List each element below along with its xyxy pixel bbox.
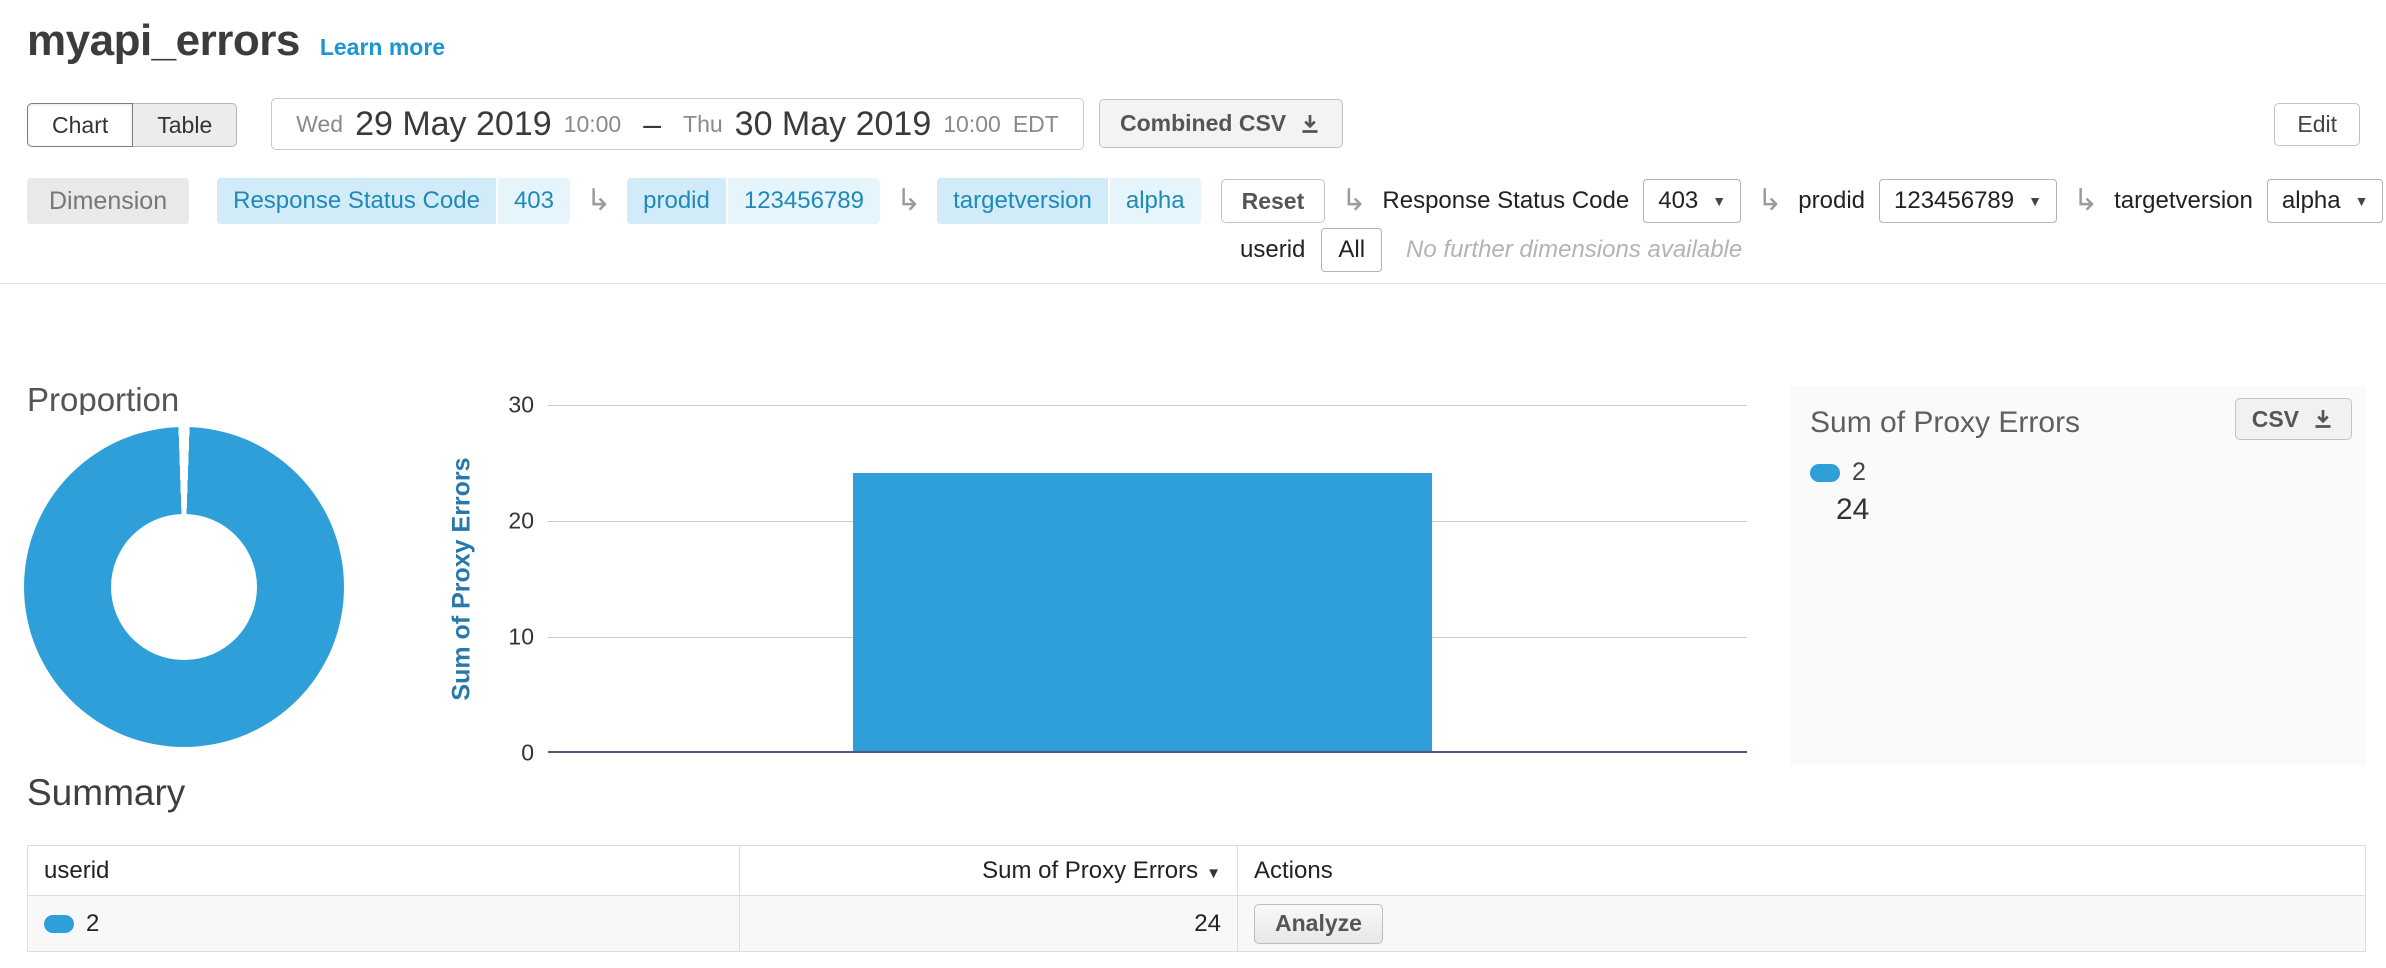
table-view-button[interactable]: Table — [132, 103, 237, 147]
start-date: 29 May 2019 — [355, 105, 552, 144]
breadcrumb-chip-response-status-code[interactable]: Response Status Code 403 — [217, 178, 570, 224]
end-date: 30 May 2019 — [735, 105, 932, 144]
userid-value: 2 — [86, 910, 99, 938]
drill-arrow-icon: ↳ — [1341, 186, 1366, 216]
chip-value: alpha — [1110, 178, 1201, 224]
drilldown-select-targetversion[interactable]: alpha ▼ — [2267, 179, 2384, 223]
x-axis-line — [548, 751, 1747, 753]
combined-csv-button[interactable]: Combined CSV — [1099, 99, 1343, 148]
bar-chart-plot: 30 20 10 0 — [548, 405, 1747, 753]
analytics-report-page: myapi_errors Learn more Chart Table Wed … — [0, 0, 2386, 968]
chevron-down-icon: ▼ — [2355, 193, 2369, 209]
series-color-swatch — [44, 915, 74, 933]
legend-panel: Sum of Proxy Errors CSV 2 24 — [1790, 386, 2366, 764]
gridline — [548, 405, 1747, 406]
column-header-actions: Actions — [1238, 846, 2366, 896]
end-day: Thu — [683, 111, 723, 138]
csv-button[interactable]: CSV — [2235, 398, 2352, 440]
edit-button[interactable]: Edit — [2274, 103, 2360, 146]
date-range-separator: – — [643, 106, 661, 143]
table-header-row: userid Sum of Proxy Errors▼ Actions — [28, 846, 2366, 896]
chip-name: prodid — [627, 178, 726, 224]
chart-view-button[interactable]: Chart — [27, 103, 133, 147]
legend-header: Sum of Proxy Errors CSV — [1810, 398, 2352, 440]
drill-arrow-icon: ↳ — [896, 186, 921, 216]
select-value: alpha — [2282, 187, 2341, 215]
y-tick-label: 30 — [508, 392, 534, 419]
column-header-userid: userid — [28, 846, 740, 896]
next-dimension-name: userid — [1240, 236, 1305, 264]
select-value: 123456789 — [1894, 187, 2014, 215]
start-time: 10:00 — [564, 111, 622, 138]
sum-cell: 24 — [740, 896, 1238, 952]
next-dimension-value-select[interactable]: All — [1321, 228, 1382, 272]
view-toggle: Chart Table — [27, 103, 237, 147]
timezone-label: EDT — [1013, 111, 1059, 138]
select-value: 403 — [1658, 187, 1698, 215]
chip-value: 123456789 — [728, 178, 880, 224]
table-row: 2 24 Analyze — [28, 896, 2366, 952]
combined-csv-label: Combined CSV — [1120, 110, 1286, 137]
download-icon — [2311, 407, 2335, 431]
drilldown-name: prodid — [1798, 187, 1865, 215]
no-more-dimensions-text: No further dimensions available — [1406, 236, 1742, 264]
learn-more-link[interactable]: Learn more — [320, 34, 445, 61]
drilldown-select-prodid[interactable]: 123456789 ▼ — [1879, 179, 2057, 223]
drilldown-name: Response Status Code — [1382, 187, 1629, 215]
breadcrumb-chip-targetversion[interactable]: targetversion alpha — [937, 178, 1200, 224]
chevron-down-icon: ▼ — [1712, 193, 1726, 209]
download-icon — [1298, 112, 1322, 136]
start-day: Wed — [296, 111, 343, 138]
legend-item-value: 24 — [1836, 493, 2352, 527]
drill-arrow-icon: ↳ — [586, 186, 611, 216]
column-header-sum-of-proxy-errors[interactable]: Sum of Proxy Errors▼ — [740, 846, 1238, 896]
summary-table: userid Sum of Proxy Errors▼ Actions 2 24… — [27, 845, 2366, 952]
next-dimension-row: userid All No further dimensions availab… — [1240, 228, 1742, 272]
chevron-down-icon: ▼ — [2028, 193, 2042, 209]
bar — [853, 473, 1432, 751]
y-tick-label: 0 — [521, 740, 534, 767]
date-range-picker[interactable]: Wed 29 May 2019 10:00 – Thu 30 May 2019 … — [271, 98, 1084, 150]
userid-cell: 2 — [28, 896, 740, 952]
y-tick-label: 10 — [508, 623, 534, 650]
sort-desc-icon: ▼ — [1206, 865, 1221, 882]
proportion-chart-title: Proportion — [27, 381, 179, 419]
dimension-label: Dimension — [27, 178, 189, 224]
analyze-button[interactable]: Analyze — [1254, 904, 1383, 944]
summary-section-title: Summary — [27, 772, 185, 814]
proportion-donut-chart — [24, 415, 426, 758]
dimension-row: Dimension Response Status Code 403 ↳ pro… — [27, 178, 2386, 224]
donut-slice — [24, 427, 344, 747]
actions-cell: Analyze — [1238, 896, 2366, 952]
y-axis-title: Sum of Proxy Errors — [448, 457, 477, 700]
drilldown-select-response-status-code[interactable]: 403 ▼ — [1643, 179, 1741, 223]
drilldown-name: targetversion — [2114, 187, 2253, 215]
legend-item[interactable]: 2 — [1810, 458, 2352, 487]
csv-label: CSV — [2252, 406, 2299, 433]
legend-title: Sum of Proxy Errors — [1810, 406, 2080, 440]
legend-item-label: 2 — [1852, 458, 1866, 487]
chip-value: 403 — [498, 178, 570, 224]
chip-name: Response Status Code — [217, 178, 496, 224]
breadcrumb-chip-prodid[interactable]: prodid 123456789 — [627, 178, 880, 224]
reset-button[interactable]: Reset — [1221, 179, 1326, 223]
page-title: myapi_errors — [27, 16, 300, 66]
end-time: 10:00 — [943, 111, 1001, 138]
drill-arrow-icon: ↳ — [2073, 186, 2098, 216]
report-header: myapi_errors Learn more — [27, 16, 445, 66]
dimension-band: Dimension Response Status Code 403 ↳ pro… — [0, 170, 2386, 284]
series-color-swatch — [1810, 464, 1840, 482]
chip-name: targetversion — [937, 178, 1108, 224]
y-tick-label: 20 — [508, 507, 534, 534]
drill-arrow-icon: ↳ — [1757, 186, 1782, 216]
